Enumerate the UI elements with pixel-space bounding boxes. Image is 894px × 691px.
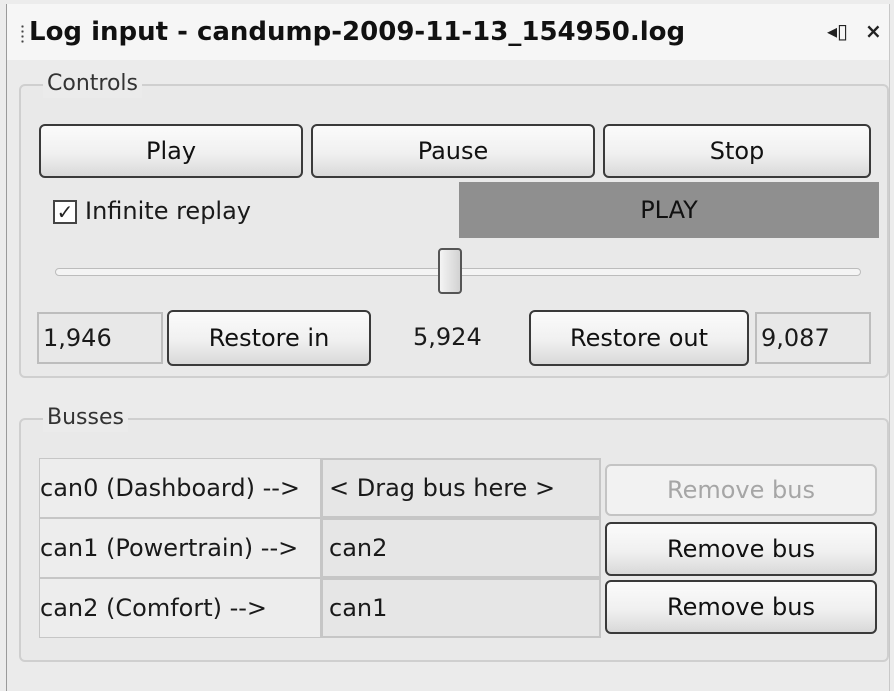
window-title: Log input - candump-2009-11-13_154950.lo…	[29, 17, 686, 47]
controls-group-label: Controls	[43, 70, 142, 98]
log-input-window: Log input - candump-2009-11-13_154950.lo…	[6, 4, 890, 691]
bus-drop-target[interactable]: can2	[321, 518, 601, 578]
out-point-field: 9,087	[755, 312, 871, 364]
float-window-icon[interactable]: ◂▯	[827, 18, 848, 44]
remove-bus-button[interactable]: Remove bus	[605, 580, 877, 634]
pause-button[interactable]: Pause	[311, 124, 595, 178]
checkmark-icon: ✓	[56, 200, 74, 224]
restore-in-button[interactable]: Restore in	[167, 310, 371, 366]
controls-group: Controls Play Pause Stop ✓ Infinite repl…	[19, 70, 889, 378]
position-slider-handle[interactable]	[437, 248, 462, 294]
busses-group: Busses can0 (Dashboard) --> < Drag bus h…	[19, 404, 889, 662]
close-icon[interactable]: ×	[865, 18, 882, 44]
in-point-field: 1,946	[37, 312, 163, 364]
bus-source-cell: can2 (Comfort) -->	[39, 578, 321, 638]
infinite-replay-label[interactable]: Infinite replay	[85, 196, 251, 226]
bus-source-cell: can0 (Dashboard) -->	[39, 458, 321, 518]
remove-bus-button[interactable]: Remove bus	[605, 464, 877, 516]
drag-grip-icon[interactable]	[21, 24, 24, 44]
current-position-value: 5,924	[413, 323, 482, 351]
infinite-replay-checkbox[interactable]: ✓	[53, 200, 77, 224]
title-bar[interactable]: Log input - candump-2009-11-13_154950.lo…	[7, 4, 889, 60]
remove-bus-button[interactable]: Remove bus	[605, 522, 877, 576]
stop-button[interactable]: Stop	[603, 124, 871, 178]
restore-out-button[interactable]: Restore out	[529, 310, 749, 366]
bus-drop-target[interactable]: < Drag bus here >	[321, 458, 601, 518]
playback-status: PLAY	[459, 182, 879, 238]
bus-source-cell: can1 (Powertrain) -->	[39, 518, 321, 578]
bus-drop-target[interactable]: can1	[321, 578, 601, 638]
busses-group-label: Busses	[43, 404, 128, 432]
play-button[interactable]: Play	[39, 124, 303, 178]
